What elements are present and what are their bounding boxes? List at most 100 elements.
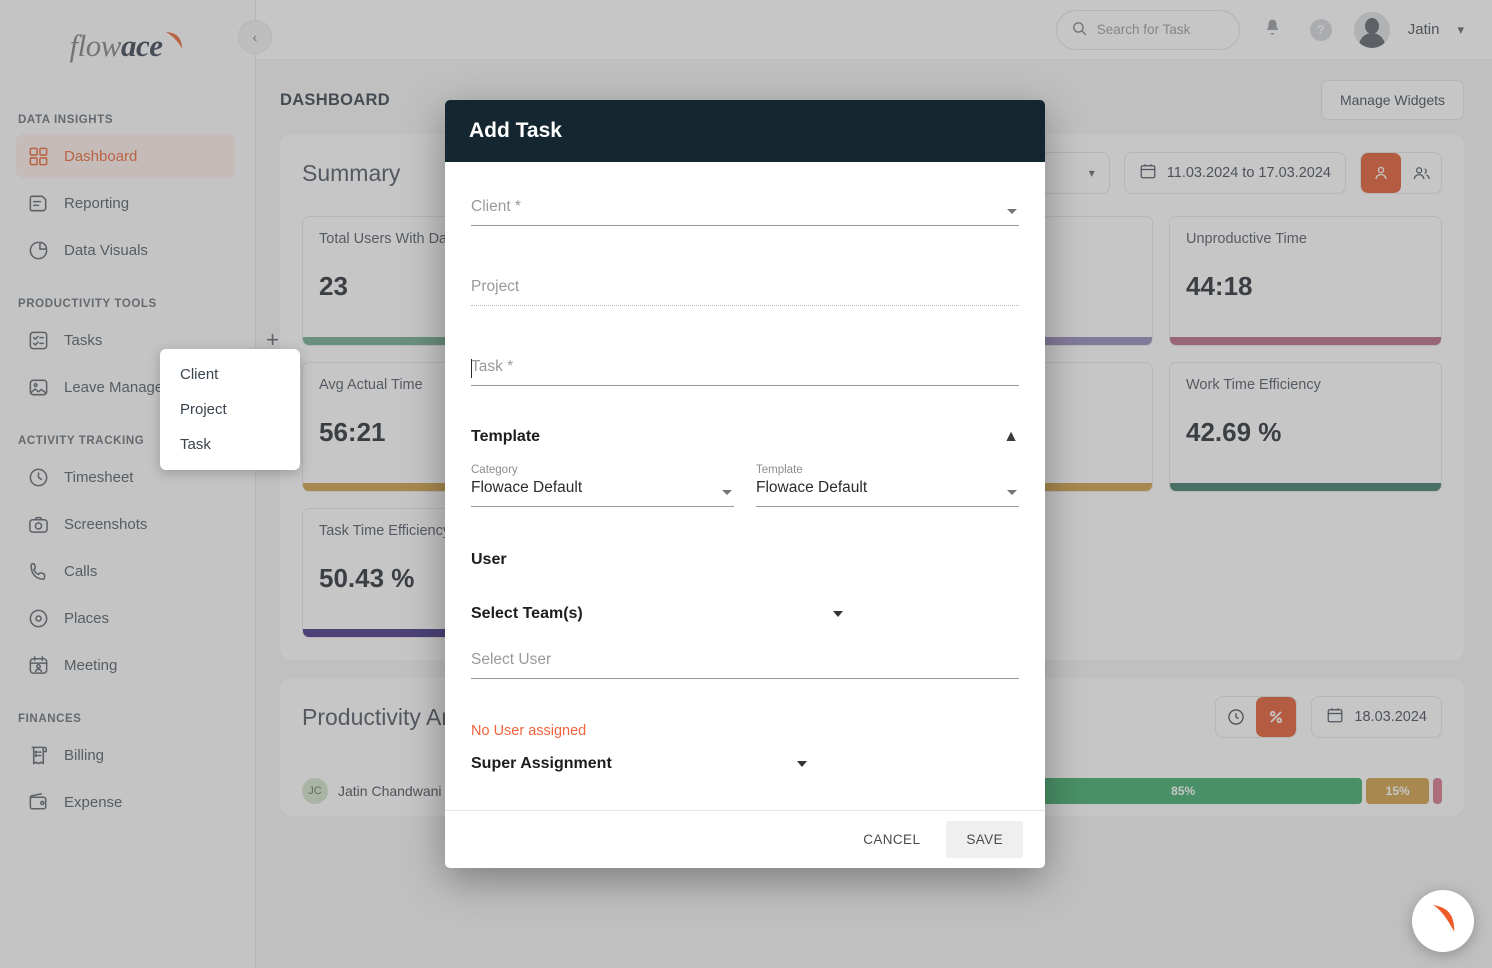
date-range-picker[interactable]: 11.03.2024 to 17.03.2024	[1123, 152, 1346, 194]
chevron-left-icon: ‹	[252, 29, 258, 45]
super-assignment-dropdown[interactable]: Super Assignment	[471, 755, 1019, 773]
chevron-down-icon[interactable]	[1007, 209, 1017, 214]
checklist-icon	[26, 328, 50, 352]
summary-card-label: Unproductive Time	[1186, 231, 1307, 247]
report-icon	[26, 191, 50, 215]
calendar-icon	[1326, 706, 1344, 728]
add-menu-item-task[interactable]: Task	[160, 427, 300, 462]
view-mode-toggle	[1360, 152, 1442, 194]
avatar[interactable]	[1353, 11, 1390, 48]
sidebar-item-label: Billing	[64, 746, 105, 764]
sidebar-item-label: Dashboard	[64, 147, 138, 165]
location-pin-icon	[26, 606, 50, 630]
sidebar-item-label: Screenshots	[64, 515, 148, 533]
grid-icon	[26, 144, 50, 168]
sidebar-item-label: Reporting	[64, 194, 130, 212]
productivity-bar-label: 15%	[1385, 784, 1410, 798]
search-input[interactable]: Search for Task	[1055, 9, 1240, 50]
client-field[interactable]: Client *	[471, 198, 1019, 226]
sidebar-item-data-visuals[interactable]: Data Visuals	[16, 228, 235, 272]
modal-title: Add Task	[469, 119, 562, 142]
chevron-down-icon[interactable]	[722, 490, 732, 495]
productivity-bar-segment	[1433, 778, 1442, 804]
productivity-user-name: Jatin Chandwani	[338, 783, 442, 799]
date-range-value: 11.03.2024 to 17.03.2024	[1166, 165, 1331, 181]
template-section-title: Template	[471, 428, 541, 445]
template-section-header[interactable]: Template ▲	[471, 428, 1019, 446]
brand-logo[interactable]: flowace	[0, 0, 255, 88]
summary-card-value: 44:18	[1186, 270, 1253, 301]
help-button[interactable]: ?	[1306, 15, 1336, 45]
sidebar-item-dashboard[interactable]: Dashboard	[16, 134, 235, 178]
sidebar-item-calls[interactable]: Calls	[16, 549, 235, 593]
modal-body[interactable]: Client * Project Task * Template ▲ Categ…	[445, 162, 1045, 810]
task-field-label: Task *	[471, 358, 514, 375]
select-teams-label: Select Team(s)	[471, 605, 583, 622]
summary-card-value: 42.69 %	[1186, 416, 1282, 447]
productivity-bar-label: 85%	[1171, 784, 1196, 798]
cancel-button[interactable]: CANCEL	[849, 822, 934, 857]
category-field[interactable]: Category Flowace Default	[471, 464, 734, 507]
sidebar-item-places[interactable]: Places	[16, 596, 235, 640]
text-cursor	[471, 359, 472, 378]
sidebar-item-reporting[interactable]: Reporting	[16, 181, 235, 225]
sidebar: flowace DATA INSIGHTS Dashboard Reporting D…	[0, 0, 279, 968]
flowace-chat-fab[interactable]	[1412, 890, 1474, 952]
user-section-title: User	[471, 551, 507, 568]
category-field-value: Flowace Default	[471, 479, 583, 496]
chevron-up-icon[interactable]: ▲	[1003, 428, 1019, 446]
select-teams-dropdown[interactable]: Select Team(s)	[471, 605, 1019, 623]
question-mark-icon: ?	[1309, 18, 1332, 41]
project-field-label: Project	[471, 278, 520, 295]
summary-filter-dropdown[interactable]: ▾	[1039, 152, 1110, 194]
team-view-button[interactable]	[1401, 153, 1441, 193]
flowace-swoosh-icon	[1426, 902, 1460, 941]
project-field[interactable]: Project	[471, 278, 1019, 306]
template-field-label: Template	[756, 464, 803, 476]
summary-card: Unproductive Time 44:18	[1169, 216, 1442, 346]
add-entity-menu: Client Project Task	[160, 349, 300, 470]
add-menu-item-project[interactable]: Project	[160, 392, 300, 427]
task-field[interactable]: Task *	[471, 358, 1019, 386]
add-task-plus-button[interactable]: +	[266, 329, 279, 351]
sidebar-group-title: DATA INSIGHTS	[18, 114, 114, 126]
sidebar-item-label: Calls	[64, 562, 98, 580]
sidebar-item-meeting[interactable]: Meeting	[16, 643, 235, 687]
manage-widgets-button[interactable]: Manage Widgets	[1320, 80, 1464, 120]
sidebar-group-title: FINANCES	[18, 713, 82, 725]
sidebar-collapse-button[interactable]: ‹	[238, 20, 272, 54]
productivity-unit-toggle	[1215, 696, 1298, 738]
sidebar-item-billing[interactable]: Billing	[16, 733, 235, 777]
summary-card: Work Time Efficiency 42.69 %	[1169, 362, 1442, 492]
sidebar-item-label: Timesheet	[64, 468, 134, 486]
bell-icon	[1263, 18, 1282, 42]
camera-icon	[26, 512, 50, 536]
pie-chart-icon	[26, 238, 50, 262]
summary-card-label: Work Time Efficiency	[1186, 377, 1321, 393]
sidebar-item-expense[interactable]: Expense	[16, 780, 235, 824]
summary-title: Summary	[302, 159, 401, 186]
productivity-date-picker[interactable]: 18.03.2024	[1311, 696, 1442, 738]
summary-card-accent-bar	[1170, 337, 1441, 345]
save-button[interactable]: SAVE	[946, 821, 1023, 858]
template-fields: Category Flowace Default Template Flowac…	[471, 464, 1019, 507]
add-menu-item-client[interactable]: Client	[160, 357, 300, 392]
brand-name-bold: ace	[120, 28, 163, 63]
chevron-down-icon[interactable]	[1007, 490, 1017, 495]
chevron-down-icon[interactable]: ▾	[1457, 22, 1464, 38]
time-unit-button[interactable]	[1216, 697, 1256, 737]
search-placeholder: Search for Task	[1096, 22, 1191, 37]
percent-unit-button[interactable]	[1256, 697, 1297, 737]
sidebar-item-label: Leave Manager	[64, 378, 169, 396]
single-user-view-button[interactable]	[1361, 153, 1401, 193]
search-icon	[1071, 20, 1088, 40]
notifications-button[interactable]	[1258, 15, 1288, 45]
image-icon	[26, 375, 50, 399]
summary-toolbar: ▾ 11.03.2024 to 17.03.2024	[1039, 152, 1442, 194]
swoosh-icon	[163, 24, 185, 49]
productivity-toolbar: 18.03.2024	[1215, 696, 1442, 738]
sidebar-item-screenshots[interactable]: Screenshots	[16, 502, 235, 546]
sidebar-item-label: Data Visuals	[64, 241, 148, 259]
template-field[interactable]: Template Flowace Default	[756, 464, 1019, 507]
select-user-field[interactable]: Select User	[471, 651, 1019, 679]
